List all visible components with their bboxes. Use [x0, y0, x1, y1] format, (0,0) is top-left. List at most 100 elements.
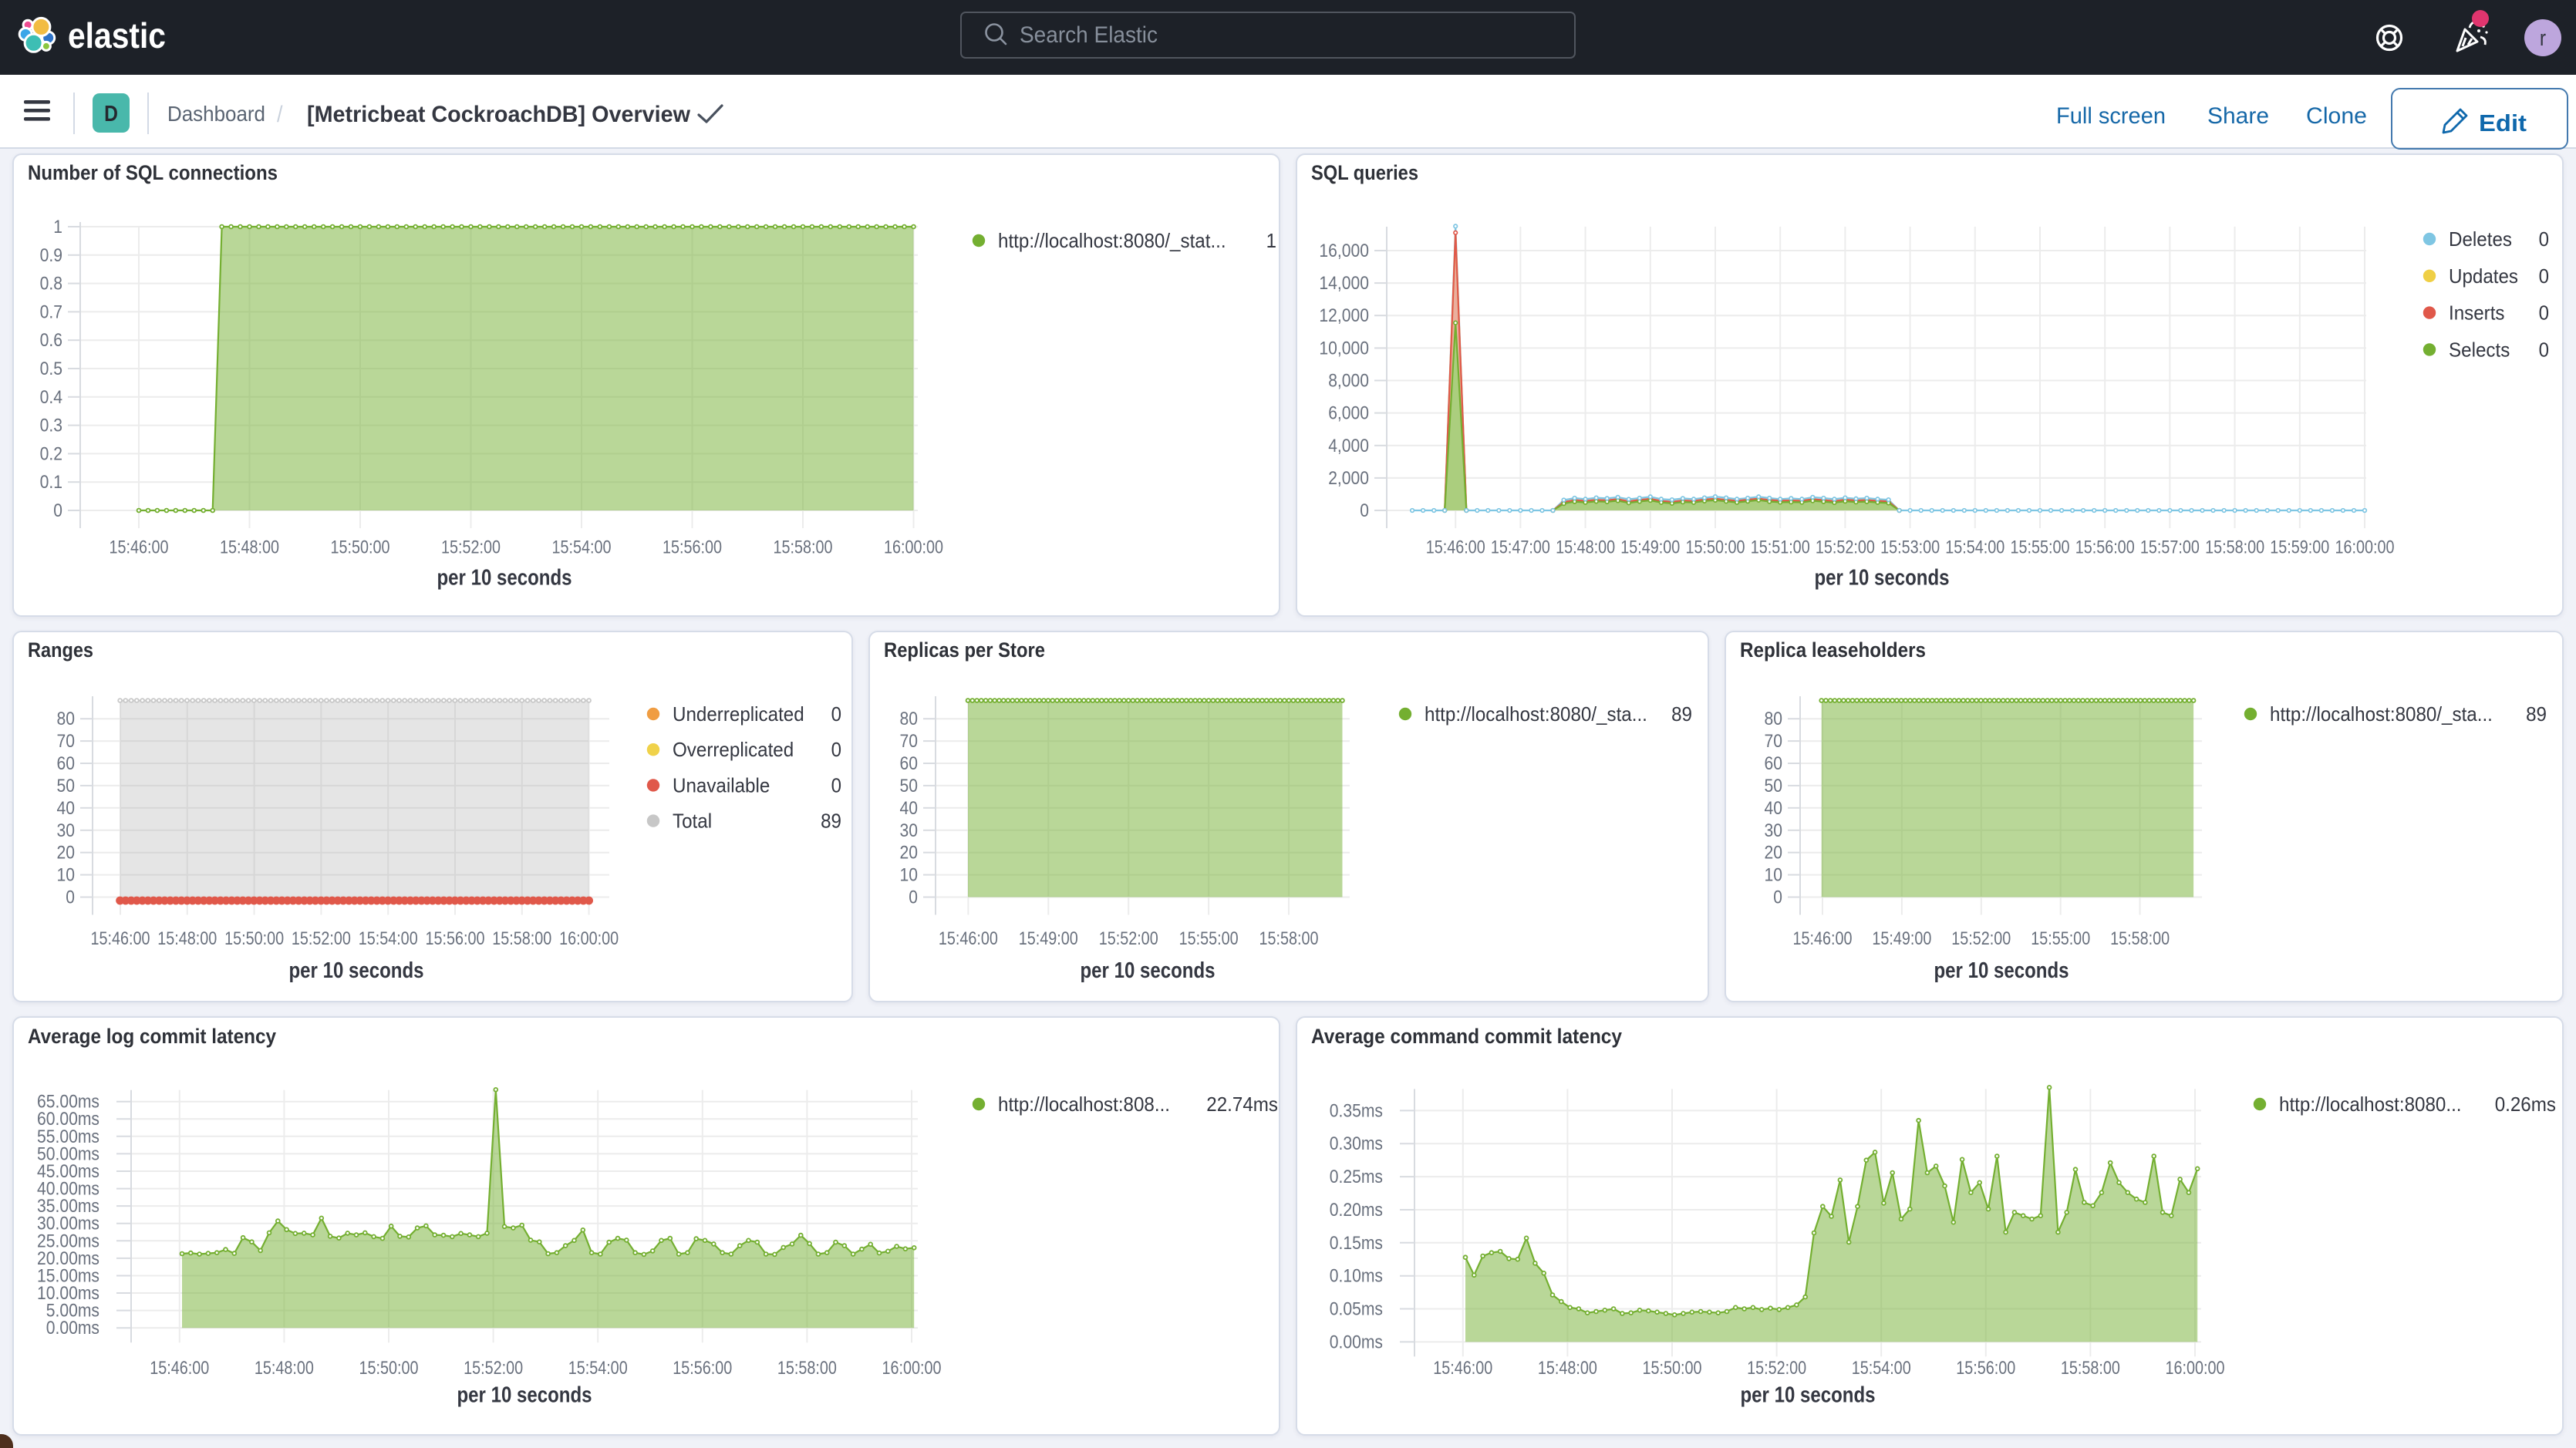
svg-text:0: 0 — [2539, 338, 2549, 361]
svg-text:Inserts: Inserts — [2449, 301, 2505, 325]
svg-text:2,000: 2,000 — [1328, 468, 1369, 489]
svg-text:15:48:00: 15:48:00 — [157, 928, 217, 949]
svg-text:15:58:00: 15:58:00 — [1259, 928, 1319, 949]
svg-text:Updates: Updates — [2449, 264, 2518, 288]
svg-text:per 10 seconds: per 10 seconds — [1815, 566, 1950, 591]
svg-text:Ranges: Ranges — [28, 638, 93, 662]
svg-text:15:46:00: 15:46:00 — [1433, 1358, 1492, 1379]
svg-text:15:49:00: 15:49:00 — [1872, 928, 1931, 949]
svg-text:15:52:00: 15:52:00 — [464, 1358, 523, 1379]
svg-text:15:54:00: 15:54:00 — [359, 928, 418, 949]
svg-text:0.10ms: 0.10ms — [1330, 1266, 1383, 1287]
svg-text:0: 0 — [1360, 500, 1369, 521]
svg-text:22.74ms: 22.74ms — [1206, 1093, 1278, 1116]
svg-text:0.20ms: 0.20ms — [1330, 1200, 1383, 1221]
svg-text:Underreplicated: Underreplicated — [673, 702, 804, 726]
svg-text:15:54:00: 15:54:00 — [1945, 537, 2004, 558]
svg-text:15:53:00: 15:53:00 — [1880, 537, 1940, 558]
svg-text:16:00:00: 16:00:00 — [2335, 537, 2395, 558]
svg-text:15:56:00: 15:56:00 — [663, 537, 722, 558]
svg-text:80: 80 — [900, 709, 919, 729]
svg-text:4,000: 4,000 — [1328, 436, 1369, 456]
svg-text:16:00:00: 16:00:00 — [884, 537, 943, 558]
svg-text:15:46:00: 15:46:00 — [1426, 537, 1485, 558]
svg-text:http://localhost:8080...: http://localhost:8080... — [2279, 1093, 2462, 1116]
svg-text:30: 30 — [57, 820, 76, 841]
svg-text:0.00ms: 0.00ms — [1330, 1332, 1383, 1352]
svg-text:50: 50 — [900, 776, 919, 796]
svg-text:Edit: Edit — [2479, 109, 2527, 136]
svg-text:15:55:00: 15:55:00 — [2031, 928, 2090, 949]
svg-text:15:46:00: 15:46:00 — [91, 928, 150, 949]
svg-text:15:50:00: 15:50:00 — [1686, 537, 1745, 558]
svg-text:http://localhost:808...: http://localhost:808... — [998, 1093, 1170, 1116]
svg-text:Replica leaseholders: Replica leaseholders — [1740, 638, 1926, 662]
svg-text:0: 0 — [2539, 227, 2549, 251]
svg-text:70: 70 — [1765, 731, 1783, 752]
svg-text:16,000: 16,000 — [1319, 241, 1369, 261]
svg-text:D: D — [104, 102, 118, 126]
svg-text:0.2: 0.2 — [40, 443, 62, 464]
svg-text:Search Elastic: Search Elastic — [1020, 22, 1158, 48]
svg-text:15:52:00: 15:52:00 — [1099, 928, 1158, 949]
svg-text:15:48:00: 15:48:00 — [1556, 537, 1615, 558]
svg-text:Unavailable: Unavailable — [673, 773, 770, 796]
svg-text:1: 1 — [1266, 229, 1276, 252]
svg-text:6,000: 6,000 — [1328, 403, 1369, 424]
svg-text:elastic: elastic — [68, 15, 166, 56]
svg-text:Selects: Selects — [2449, 338, 2510, 361]
svg-text:Replicas per Store: Replicas per Store — [884, 638, 1045, 662]
svg-text:0.4: 0.4 — [40, 387, 62, 408]
svg-text:0: 0 — [53, 500, 62, 521]
svg-text:15:50:00: 15:50:00 — [331, 537, 390, 558]
svg-text:15:56:00: 15:56:00 — [2075, 537, 2135, 558]
svg-text:10: 10 — [900, 865, 919, 886]
svg-text:0.6: 0.6 — [40, 330, 62, 351]
svg-text:15:54:00: 15:54:00 — [568, 1358, 628, 1379]
svg-text:0: 0 — [831, 738, 841, 761]
svg-text:15:56:00: 15:56:00 — [1956, 1358, 2015, 1379]
svg-text:0: 0 — [909, 887, 918, 908]
svg-text:1: 1 — [53, 217, 62, 237]
svg-text:60: 60 — [1765, 753, 1783, 774]
svg-text:Total: Total — [673, 810, 712, 833]
svg-text:20: 20 — [1765, 843, 1783, 864]
svg-text:per 10 seconds: per 10 seconds — [1741, 1383, 1876, 1408]
svg-text:15:47:00: 15:47:00 — [1491, 537, 1550, 558]
svg-text:0.9: 0.9 — [40, 245, 62, 266]
svg-text:10,000: 10,000 — [1319, 338, 1369, 359]
svg-text:10: 10 — [57, 865, 76, 886]
svg-text:Full screen: Full screen — [2056, 103, 2166, 129]
svg-text:0.00ms: 0.00ms — [46, 1318, 99, 1339]
svg-text:Average command commit latency: Average command commit latency — [1311, 1025, 1622, 1048]
svg-text:40: 40 — [900, 798, 919, 819]
svg-text:10: 10 — [1765, 865, 1783, 886]
svg-text:70: 70 — [57, 731, 76, 752]
svg-text:15:58:00: 15:58:00 — [2205, 537, 2264, 558]
svg-text:15:50:00: 15:50:00 — [359, 1358, 419, 1379]
svg-text:15:48:00: 15:48:00 — [1538, 1358, 1597, 1379]
svg-text:15:54:00: 15:54:00 — [1852, 1358, 1911, 1379]
svg-text:0: 0 — [66, 887, 75, 908]
svg-text:0.8: 0.8 — [40, 274, 62, 295]
svg-text:15:52:00: 15:52:00 — [1816, 537, 1875, 558]
svg-text:15:55:00: 15:55:00 — [1179, 928, 1239, 949]
svg-text:15:50:00: 15:50:00 — [224, 928, 284, 949]
svg-text:0: 0 — [2539, 301, 2549, 325]
svg-text:0.30ms: 0.30ms — [1330, 1133, 1383, 1154]
svg-text:0: 0 — [831, 702, 841, 726]
svg-text:Deletes: Deletes — [2449, 227, 2512, 251]
svg-text:per 10 seconds: per 10 seconds — [457, 1383, 592, 1408]
svg-text:http://localhost:8080/_stat...: http://localhost:8080/_stat... — [998, 229, 1226, 252]
svg-text:80: 80 — [1765, 709, 1783, 729]
svg-text:Dashboard: Dashboard — [167, 102, 265, 126]
svg-text:15:52:00: 15:52:00 — [441, 537, 501, 558]
svg-text:Average log commit latency: Average log commit latency — [28, 1025, 276, 1048]
svg-text:70: 70 — [900, 731, 919, 752]
svg-text:30: 30 — [1765, 820, 1783, 841]
svg-text:15:49:00: 15:49:00 — [1019, 928, 1078, 949]
svg-text:15:49:00: 15:49:00 — [1620, 537, 1680, 558]
svg-text:89: 89 — [821, 810, 841, 833]
svg-text:0.35ms: 0.35ms — [1330, 1100, 1383, 1121]
svg-text:15:48:00: 15:48:00 — [255, 1358, 314, 1379]
